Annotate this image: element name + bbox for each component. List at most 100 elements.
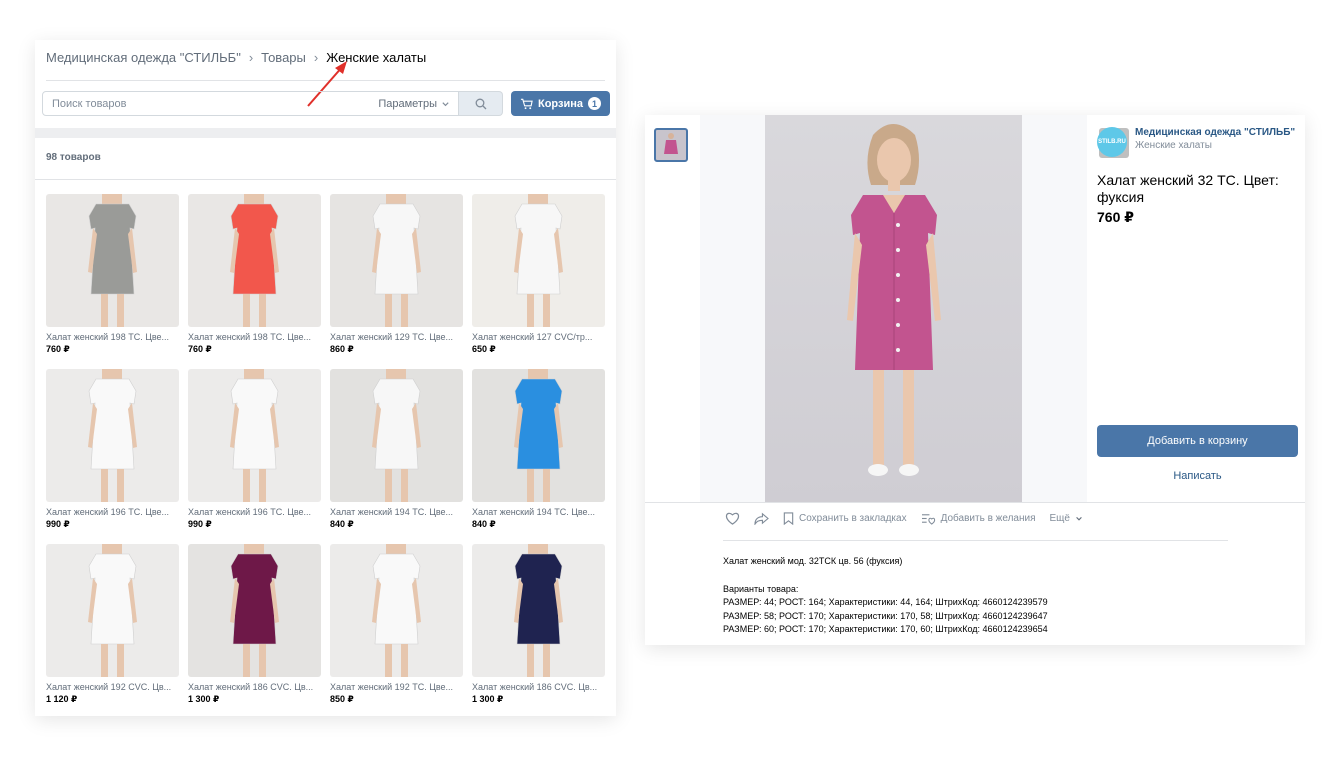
product-card[interactable]: Халат женский 194 ТС. Цве... 840 ₽ (472, 369, 605, 534)
product-image[interactable] (188, 544, 321, 677)
chevron-down-icon (442, 101, 449, 106)
search-input[interactable]: Поиск товаров Параметры (42, 91, 459, 116)
dress-illustration (46, 194, 179, 327)
chevron-right-icon: › (248, 50, 254, 65)
product-card[interactable]: Халат женский 192 ТС. Цве... 850 ₽ (330, 544, 463, 709)
product-price: 860 ₽ (330, 344, 354, 354)
product-title[interactable]: Халат женский 194 ТС. Цве... (472, 507, 605, 517)
product-image[interactable] (46, 369, 179, 502)
product-image[interactable] (188, 194, 321, 327)
product-price: 1 300 ₽ (472, 694, 504, 704)
product-title[interactable]: Халат женский 194 ТС. Цве... (330, 507, 463, 517)
product-image[interactable] (46, 194, 179, 327)
more-label: Ещё (1049, 513, 1070, 524)
product-card[interactable]: Халат женский 129 ТС. Цве... 860 ₽ (330, 194, 463, 359)
search-icon (475, 98, 486, 109)
chevron-down-icon (1076, 516, 1082, 521)
product-card[interactable]: Халат женский 127 CVC/тр... 650 ₽ (472, 194, 605, 359)
product-title[interactable]: Халат женский 129 ТС. Цве... (330, 332, 463, 342)
product-price: 1 120 ₽ (46, 694, 78, 704)
product-card[interactable]: Халат женский 192 CVC. Цв... 1 120 ₽ (46, 544, 179, 709)
product-count: 98 товаров (46, 152, 101, 163)
variant-line: РАЗМЕР: 58; РОСТ: 170; Характеристики: 1… (723, 610, 1048, 621)
product-image[interactable] (330, 194, 463, 327)
variant-line: РАЗМЕР: 60; РОСТ: 170; Характеристики: 1… (723, 624, 1048, 634)
product-thumbnail[interactable] (654, 128, 688, 162)
divider (645, 502, 1305, 503)
product-price: 840 ₽ (472, 519, 496, 529)
product-title[interactable]: Халат женский 198 ТС. Цве... (46, 332, 179, 342)
params-dropdown[interactable]: Параметры (378, 98, 450, 110)
cart-label: Корзина (538, 97, 583, 110)
product-image[interactable] (330, 544, 463, 677)
product-card[interactable]: Халат женский 196 ТС. Цве... 990 ₽ (46, 369, 179, 534)
share-icon (754, 512, 769, 525)
dress-illustration (472, 194, 605, 327)
divider (35, 179, 616, 180)
breadcrumb-products-link[interactable]: Товары (261, 50, 306, 65)
wishlist-icon (921, 514, 935, 525)
store-info: STILB.RU Медицинская одежда "СТИЛЬБ" Жен… (1097, 127, 1295, 157)
share-button[interactable] (754, 512, 769, 525)
cart-button[interactable]: Корзина 1 (511, 91, 610, 116)
product-price: 760 ₽ (1097, 209, 1134, 225)
main-photo[interactable] (700, 115, 1129, 502)
description-text: Халат женский мод. 32ТСК цв. 56 (фуксия) (723, 556, 903, 566)
product-price: 990 ₽ (46, 519, 70, 529)
variants-title: Варианты товара: (723, 583, 799, 594)
add-to-cart-button[interactable]: Добавить в корзину (1097, 425, 1298, 457)
search-button[interactable] (459, 91, 503, 116)
store-category: Женские халаты (1135, 140, 1212, 151)
dress-illustration (330, 369, 463, 502)
product-image[interactable] (472, 369, 605, 502)
product-price: 840 ₽ (330, 519, 354, 529)
write-message-link[interactable]: Написать (1097, 470, 1298, 482)
dress-illustration (188, 369, 321, 502)
product-image[interactable] (472, 544, 605, 677)
cart-icon (520, 98, 533, 109)
product-card[interactable]: Халат женский 198 ТС. Цве... 760 ₽ (46, 194, 179, 359)
product-image[interactable] (46, 544, 179, 677)
store-name-link[interactable]: Медицинская одежда "СТИЛЬБ" (1135, 127, 1295, 138)
product-card[interactable]: Халат женский 196 ТС. Цве... 990 ₽ (188, 369, 321, 534)
product-card[interactable]: Халат женский 198 ТС. Цве... 760 ₽ (188, 194, 321, 359)
variant-line: РАЗМЕР: 44; РОСТ: 164; Характеристики: 4… (723, 597, 1048, 607)
model-illustration (765, 115, 1022, 502)
product-title[interactable]: Халат женский 186 CVC. Цв... (472, 682, 605, 692)
product-title[interactable]: Халат женский 198 ТС. Цве... (188, 332, 321, 342)
product-actions: Сохранить в закладках Добавить в желания… (725, 512, 1083, 525)
product-image[interactable] (472, 194, 605, 327)
product-title[interactable]: Халат женский 196 ТС. Цве... (188, 507, 321, 517)
product-title[interactable]: Халат женский 186 CVC. Цв... (188, 682, 321, 692)
product-card[interactable]: Халат женский 186 CVC. Цв... 1 300 ₽ (188, 544, 321, 709)
product-title[interactable]: Халат женский 192 CVC. Цв... (46, 682, 179, 692)
params-label: Параметры (378, 98, 437, 110)
product-description: Халат женский мод. 32ТСК цв. 56 (фуксия)… (723, 555, 1048, 637)
like-button[interactable] (725, 512, 740, 525)
search-placeholder: Поиск товаров (52, 97, 127, 110)
product-panel: STILB.RU Медицинская одежда "СТИЛЬБ" Жен… (645, 115, 1305, 645)
product-price: 760 ₽ (188, 344, 212, 354)
product-grid: Халат женский 198 ТС. Цве... 760 ₽ Халат ж… (46, 194, 605, 709)
breadcrumb-store-link[interactable]: Медицинская одежда "СТИЛЬБ" (46, 50, 241, 65)
product-title[interactable]: Халат женский 196 ТС. Цве... (46, 507, 179, 517)
wishlist-button[interactable]: Добавить в желания (921, 512, 1036, 525)
dress-illustration (46, 544, 179, 677)
dress-illustration (188, 194, 321, 327)
cart-count-badge: 1 (588, 97, 601, 110)
bookmark-button[interactable]: Сохранить в закладках (783, 512, 907, 525)
product-image[interactable] (330, 369, 463, 502)
product-title[interactable]: Халат женский 192 ТС. Цве... (330, 682, 463, 692)
product-card[interactable]: Халат женский 186 CVC. Цв... 1 300 ₽ (472, 544, 605, 709)
thumbnail-image (664, 133, 678, 154)
product-title[interactable]: Халат женский 127 CVC/тр... (472, 332, 605, 342)
dress-illustration (472, 544, 605, 677)
dress-illustration (188, 544, 321, 677)
product-image[interactable] (188, 369, 321, 502)
more-dropdown[interactable]: Ещё (1050, 513, 1083, 524)
search-row: Поиск товаров Параметры Корзина 1 (42, 91, 610, 116)
product-card[interactable]: Халат женский 194 ТС. Цве... 840 ₽ (330, 369, 463, 534)
dress-illustration (46, 369, 179, 502)
store-avatar[interactable]: STILB.RU (1097, 127, 1127, 157)
product-price: 650 ₽ (472, 344, 496, 354)
